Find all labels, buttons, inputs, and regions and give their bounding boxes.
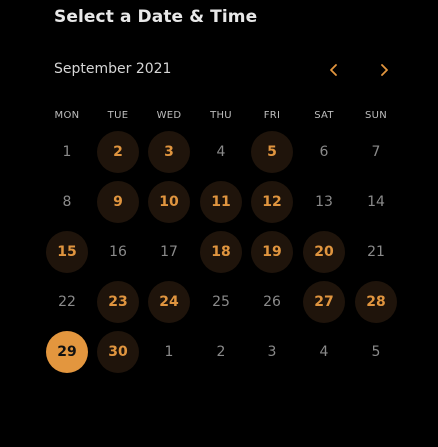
calendar-day-1: 1 (62, 144, 72, 160)
calendar-day-6: 6 (319, 144, 329, 160)
calendar-day-next-month: 4 (319, 344, 329, 360)
calendar-day-2[interactable]: 2 (97, 131, 139, 173)
calendar-day-10[interactable]: 10 (148, 181, 190, 223)
page-title: Select a Date & Time (54, 7, 258, 27)
calendar-day-next-month: 3 (267, 344, 277, 360)
calendar-day-4: 4 (216, 144, 226, 160)
calendar-day-next-month: 1 (164, 344, 174, 360)
calendar-day-selected[interactable]: 29 (46, 331, 88, 373)
calendar-day-30[interactable]: 30 (97, 331, 139, 373)
calendar-day-5[interactable]: 5 (251, 131, 293, 173)
next-month-button[interactable] (374, 60, 394, 80)
date-time-picker: Select a Date & Time September 2021 MON T… (0, 0, 438, 447)
calendar-day-20[interactable]: 20 (303, 231, 345, 273)
calendar-day-3[interactable]: 3 (148, 131, 190, 173)
calendar-day-11[interactable]: 11 (200, 181, 242, 223)
calendar-day-28[interactable]: 28 (355, 281, 397, 323)
month-label: September 2021 (54, 61, 172, 77)
chevron-left-icon (330, 64, 337, 76)
calendar-day-next-month: 2 (216, 344, 226, 360)
calendar-day-9[interactable]: 9 (97, 181, 139, 223)
calendar-day-27[interactable]: 27 (303, 281, 345, 323)
calendar-day-23[interactable]: 23 (97, 281, 139, 323)
calendar-day-14: 14 (367, 194, 385, 210)
calendar-day-16: 16 (109, 244, 127, 260)
calendar-day-8: 8 (62, 194, 72, 210)
calendar-day-17: 17 (160, 244, 178, 260)
weekday-label-wed: WED (156, 110, 182, 121)
weekday-label-tue: TUE (107, 110, 129, 121)
calendar-day-18[interactable]: 18 (200, 231, 242, 273)
calendar-day-22: 22 (58, 294, 76, 310)
calendar-day-19[interactable]: 19 (251, 231, 293, 273)
previous-month-button[interactable] (324, 60, 344, 80)
weekday-label-thu: THU (210, 110, 232, 121)
calendar-day-13: 13 (315, 194, 333, 210)
calendar-day-21: 21 (367, 244, 385, 260)
weekday-label-fri: FRI (263, 110, 281, 121)
chevron-right-icon (381, 64, 388, 76)
calendar-day-next-month: 5 (371, 344, 381, 360)
weekday-label-sat: SAT (314, 110, 334, 121)
calendar-day-24[interactable]: 24 (148, 281, 190, 323)
calendar-day-26: 26 (263, 294, 281, 310)
calendar-day-7: 7 (371, 144, 381, 160)
weekday-label-mon: MON (54, 110, 80, 121)
weekday-label-sun: SUN (364, 110, 388, 121)
calendar-day-15[interactable]: 15 (46, 231, 88, 273)
calendar-day-25: 25 (212, 294, 230, 310)
calendar-day-12[interactable]: 12 (251, 181, 293, 223)
